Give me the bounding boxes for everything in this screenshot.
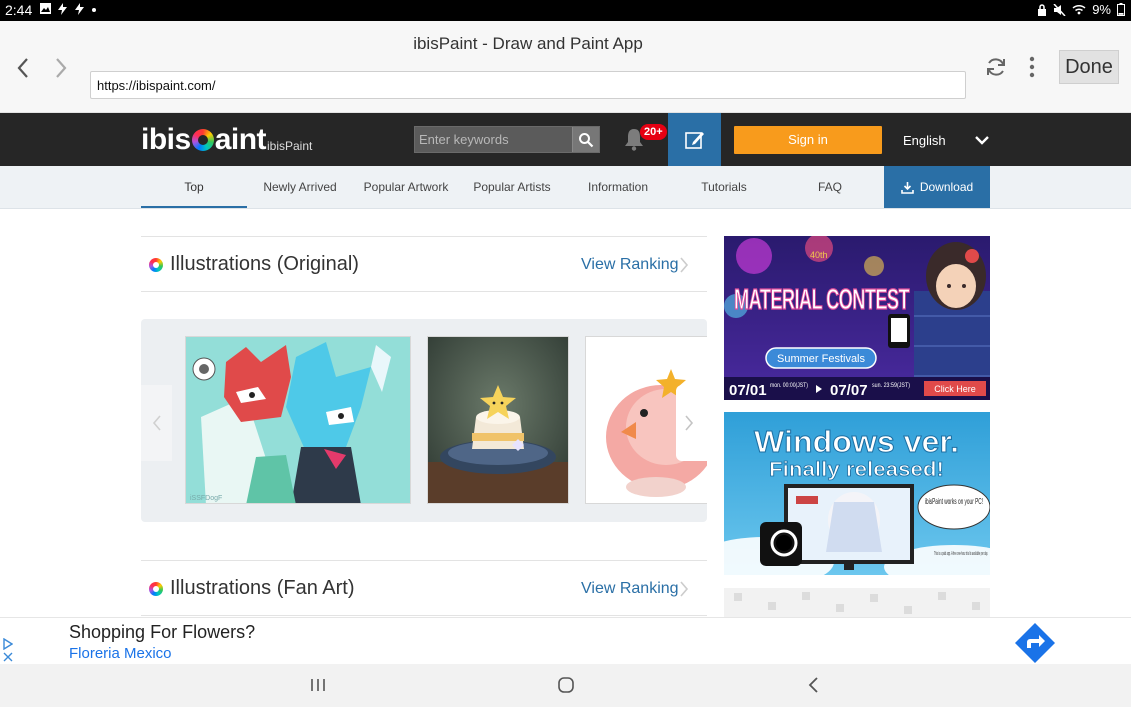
artwork-thumbnail[interactable] (427, 336, 569, 504)
search-icon (579, 132, 594, 147)
contest-end-time: sun. 23:59(JST) (872, 383, 910, 389)
logo-text-right: aint (214, 123, 267, 156)
contest-click-here: Click Here (934, 384, 976, 394)
chevron-right-icon (685, 415, 694, 431)
nav-top[interactable]: Top (141, 166, 247, 208)
section-illustrations-fanart: Illustrations (Fan Art) View Ranking (141, 560, 707, 616)
ibispaint-logo[interactable]: ibis aint (141, 123, 267, 157)
directions-icon[interactable] (1013, 621, 1057, 665)
status-notification-icons (40, 3, 97, 15)
close-icon[interactable] (3, 652, 13, 662)
ibis-ring-icon (149, 258, 163, 272)
logo-subtitle: ibisPaint (267, 139, 313, 153)
signin-button[interactable]: Sign in (734, 126, 882, 154)
system-back-icon[interactable] (804, 675, 824, 695)
placeholder-banner (724, 588, 990, 617)
reload-icon[interactable] (984, 55, 1008, 79)
nav-newly-arrived[interactable]: Newly Arrived (247, 166, 353, 208)
nav-faq[interactable]: FAQ (777, 166, 883, 208)
system-navigation-bar (0, 664, 1131, 707)
lock-icon (1038, 3, 1047, 16)
back-icon[interactable] (12, 54, 36, 82)
more-options-icon[interactable] (1026, 55, 1038, 79)
contest-subtitle: Summer Festivals (777, 353, 866, 365)
status-system-icons: 9% (1037, 2, 1125, 17)
status-bar: 2:44 9% (0, 0, 1131, 21)
material-contest-banner[interactable]: 40th MATERIAL CONTEST Summer Festivals 0… (724, 236, 990, 400)
windows-note: This is a paid app. A free one-hour tria… (934, 551, 988, 557)
windows-banner-image: Windows ver. Finally released! ibisPaint… (724, 412, 990, 575)
chevron-right-icon[interactable] (679, 580, 689, 598)
browser-toolbar: ibisPaint - Draw and Paint App https://i… (0, 21, 1131, 113)
section-title: Illustrations (Original) (170, 253, 359, 275)
section-title: Illustrations (Fan Art) (170, 577, 355, 599)
sub-navigation: Top Newly Arrived Popular Artwork Popula… (0, 166, 1131, 209)
carousel-prev-button[interactable] (141, 385, 172, 461)
post-artwork-button[interactable] (668, 113, 721, 166)
view-ranking-link[interactable]: View Ranking (581, 256, 679, 274)
ibis-ring-icon (149, 582, 163, 596)
download-icon (901, 181, 914, 194)
battery-level: 9% (1092, 2, 1111, 17)
done-button[interactable]: Done (1059, 50, 1119, 84)
url-field[interactable]: https://ibispaint.com/ (90, 71, 966, 99)
advertisement-bar[interactable]: Shopping For Flowers? Floreria Mexico (0, 617, 1131, 664)
nav-information[interactable]: Information (565, 166, 671, 208)
contest-end-date: 07/07 (830, 382, 868, 399)
download-label: Download (919, 180, 974, 194)
wifi-icon (1072, 4, 1086, 15)
language-selector[interactable]: English (903, 133, 946, 148)
battery-icon (1117, 3, 1125, 16)
search-button[interactable] (572, 127, 599, 152)
search-input[interactable] (415, 127, 573, 152)
home-icon[interactable] (556, 675, 576, 695)
recent-apps-icon[interactable] (308, 675, 328, 695)
page-title: ibisPaint - Draw and Paint App (413, 34, 643, 53)
windows-version-banner[interactable]: Windows ver. Finally released! ibisPaint… (724, 412, 990, 575)
compose-icon (684, 131, 704, 149)
chevron-down-icon[interactable] (974, 132, 990, 148)
lightning-off-icon (58, 3, 67, 15)
windows-bubble-text: ibisPaint works on your PC! (925, 497, 983, 506)
placeholder-pattern (724, 588, 990, 617)
download-button[interactable]: Download (884, 166, 990, 208)
ad-headline[interactable]: Shopping For Flowers? (69, 622, 255, 643)
contest-anniversary: 40th (810, 250, 828, 260)
svg-text:iSSFDogF: iSSFDogF (190, 495, 222, 502)
artwork-image: iSSFDogF (186, 337, 410, 503)
chevron-right-icon[interactable] (679, 256, 689, 274)
status-time: 2:44 (5, 2, 33, 18)
forward-icon[interactable] (48, 54, 72, 82)
windows-title: Windows ver. (754, 424, 959, 459)
windows-subtitle: Finally released! (769, 459, 944, 481)
contest-banner-image: 40th MATERIAL CONTEST Summer Festivals 0… (724, 236, 990, 400)
contest-start-time: mon. 00:00(JST) (770, 383, 808, 389)
carousel-next-button[interactable] (676, 385, 707, 461)
gallery-icon (40, 3, 51, 14)
nav-tutorials[interactable]: Tutorials (671, 166, 777, 208)
artwork-thumbnail[interactable]: iSSFDogF (185, 336, 411, 504)
logo-text-left: ibis (141, 123, 191, 156)
chevron-left-icon (152, 415, 161, 431)
site-header: ibis aint ibisPaint 20+ Sign in English (0, 113, 1131, 166)
ad-choices-icon[interactable] (3, 638, 13, 650)
section-illustrations-original: Illustrations (Original) View Ranking (141, 236, 707, 292)
nav-popular-artists[interactable]: Popular Artists (459, 166, 565, 208)
ad-advertiser[interactable]: Floreria Mexico (69, 645, 172, 662)
artwork-image (428, 337, 568, 503)
notification-badge: 20+ (640, 124, 667, 140)
view-ranking-link[interactable]: View Ranking (581, 580, 679, 598)
dot-icon (92, 8, 96, 12)
mute-icon (1053, 3, 1066, 16)
nav-popular-artwork[interactable]: Popular Artwork (353, 166, 459, 208)
artwork-carousel: iSSFDogF (141, 319, 707, 522)
search-box (414, 126, 600, 153)
contest-title: MATERIAL CONTEST (734, 284, 910, 316)
lightning-off-icon-2 (75, 3, 84, 15)
logo-ring-icon (191, 129, 214, 151)
contest-start-date: 07/01 (729, 382, 767, 399)
